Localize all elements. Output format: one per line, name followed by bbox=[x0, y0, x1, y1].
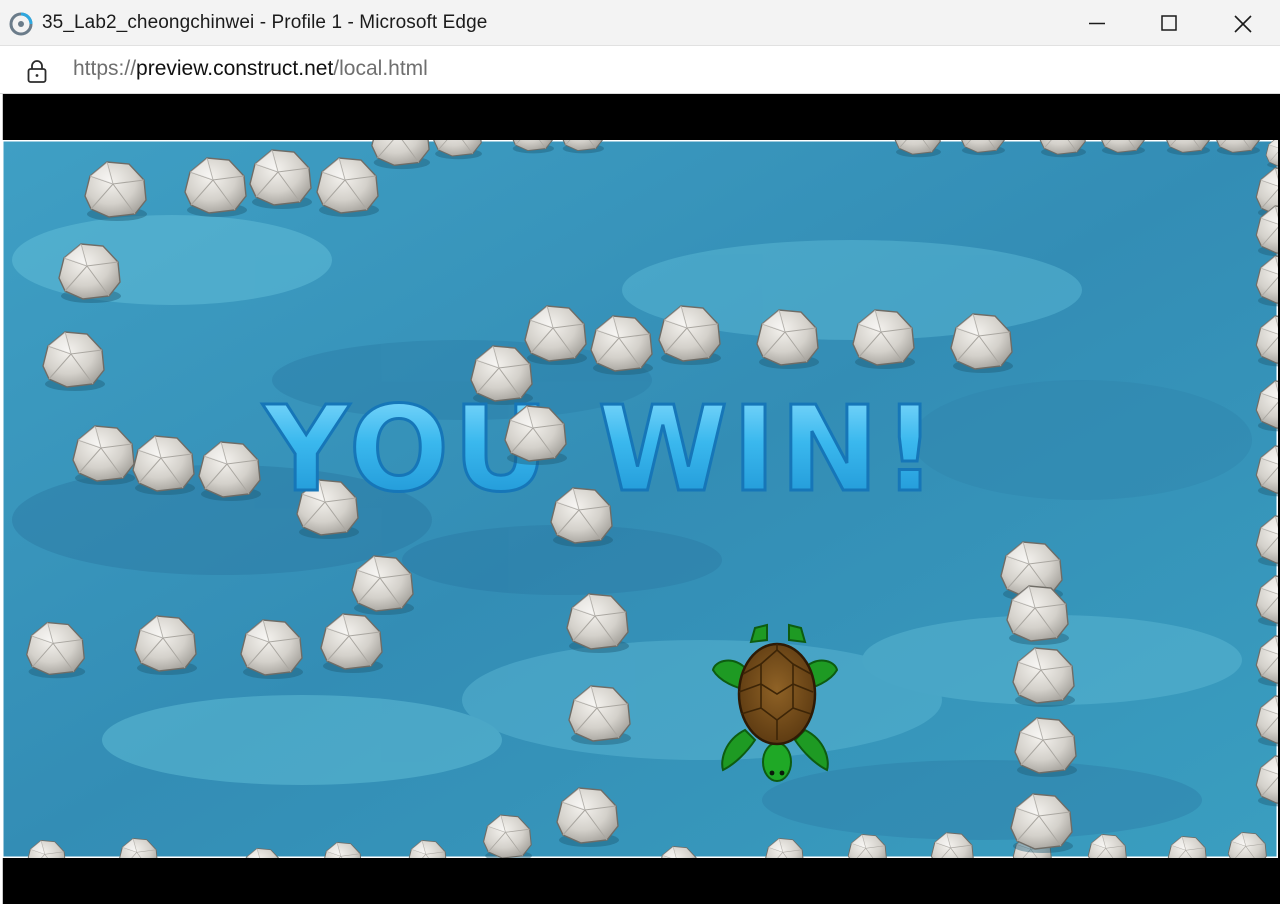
url-field[interactable]: https://preview.construct.net/local.html bbox=[73, 57, 428, 81]
minimize-icon bbox=[1089, 22, 1105, 25]
edge-app-icon bbox=[9, 12, 33, 36]
address-bar: https://preview.construct.net/local.html bbox=[0, 46, 1280, 94]
close-icon bbox=[1234, 15, 1252, 33]
url-scheme: https:// bbox=[73, 57, 137, 80]
close-button[interactable] bbox=[1207, 0, 1277, 46]
url-path: /local.html bbox=[333, 57, 428, 80]
maximize-button[interactable] bbox=[1134, 0, 1204, 46]
win-message: YOU WIN! bbox=[261, 380, 940, 518]
lock-icon[interactable] bbox=[25, 58, 49, 84]
maximize-icon bbox=[1161, 15, 1177, 31]
game-canvas[interactable]: YOU WIN! bbox=[2, 140, 1278, 858]
url-host: preview.construct.net bbox=[136, 57, 334, 80]
minimize-button[interactable] bbox=[1062, 0, 1132, 46]
window-title: 35_Lab2_cheongchinwei - Profile 1 - Micr… bbox=[42, 12, 488, 33]
window-titlebar: 35_Lab2_cheongchinwei - Profile 1 - Micr… bbox=[0, 0, 1280, 46]
